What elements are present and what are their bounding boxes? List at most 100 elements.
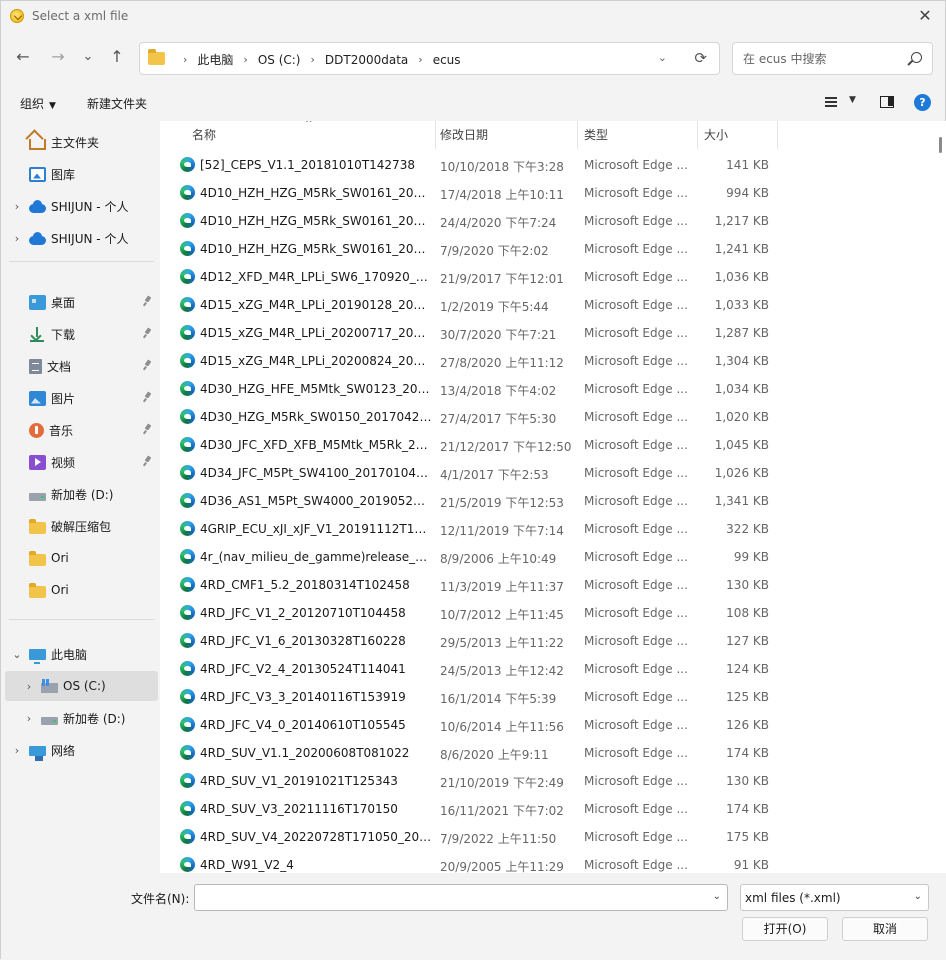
view-list-icon[interactable] <box>825 97 837 107</box>
table-row[interactable]: 4D15_xZG_M4R_LPLi_20200717_20200... 30/7/… <box>160 319 936 347</box>
table-row[interactable]: 4D15_xZG_M4R_LPLi_20190128_20190... 1/2/2… <box>160 291 936 319</box>
breadcrumb-separator-icon[interactable]: › <box>418 53 422 66</box>
table-row[interactable]: 4D36_AS1_M5Pt_SW4000_201905201_... 21/5/2… <box>160 487 936 515</box>
sidebar-item[interactable]: › SHIJUN - 个人 <box>5 191 158 221</box>
table-row[interactable]: 4RD_SUV_V1.1_20200608T081022 8/6/2020 上午9… <box>160 739 936 767</box>
sidebar-item[interactable]: 桌面 <box>5 287 158 317</box>
breadcrumb-separator-icon[interactable]: › <box>243 53 247 66</box>
edge-file-icon <box>180 297 195 312</box>
table-row[interactable]: 4D10_HZH_HZG_M5Rk_SW0161_2020... 24/4/202… <box>160 207 936 235</box>
forward-button[interactable]: → <box>46 45 70 69</box>
expand-chevron-icon[interactable]: › <box>5 232 29 245</box>
filename-combobox[interactable]: ⌄ <box>194 884 728 911</box>
table-row[interactable]: [52]_CEPS_V1.1_20181010T142738 10/10/2018… <box>160 151 936 179</box>
close-button[interactable]: ✕ <box>909 5 941 29</box>
vertical-scrollbar[interactable] <box>939 137 942 153</box>
column-type-header[interactable]: 类型 <box>584 126 608 143</box>
table-row[interactable]: 4D30_HZG_M5Rk_SW0150_20170427_... 27/4/20… <box>160 403 936 431</box>
refresh-icon[interactable]: ⟳ <box>694 49 707 67</box>
table-row[interactable]: 4RD_SUV_V4_20220728T171050_2022... 7/9/20… <box>160 823 936 851</box>
table-row[interactable]: 4RD_CMF1_5.2_20180314T102458 11/3/2019 上午… <box>160 571 936 599</box>
chevron-down-icon[interactable]: ⌄ <box>914 891 922 902</box>
column-size-header[interactable]: 大小 <box>704 126 728 143</box>
column-divider[interactable] <box>577 121 578 149</box>
file-date: 20/9/2005 上午11:29 <box>440 860 564 873</box>
file-size: 1,217 KB <box>714 214 769 228</box>
file-size: 1,020 KB <box>714 410 769 424</box>
sidebar-item[interactable]: 文档 <box>5 351 158 381</box>
column-date-header[interactable]: 修改日期 <box>440 126 488 143</box>
table-row[interactable]: 4D30_JFC_XFD_XFB_M5Mtk_M5Rk_20... 21/12/2… <box>160 431 936 459</box>
table-row[interactable]: 4RD_JFC_V1_6_20130328T160228 29/5/2013 上午… <box>160 627 936 655</box>
table-row[interactable]: 4D15_xZG_M4R_LPLi_20200824_20200... 27/8/… <box>160 347 936 375</box>
help-icon[interactable]: ? <box>914 94 931 111</box>
expand-chevron-icon[interactable]: › <box>17 680 41 693</box>
sidebar-item[interactable]: › OS (C:) <box>5 671 158 701</box>
sidebar-item[interactable]: 音乐 <box>5 415 158 445</box>
sidebar-item[interactable]: 视频 <box>5 447 158 477</box>
column-name-header[interactable]: 名称 <box>192 126 216 143</box>
sidebar-item[interactable]: 图片 <box>5 383 158 413</box>
table-row[interactable]: 4D10_HZH_HZG_M5Rk_SW0161_2020... 7/9/2020… <box>160 235 936 263</box>
search-box[interactable] <box>732 42 933 75</box>
sidebar-item[interactable]: 新加卷 (D:) <box>5 479 158 509</box>
sidebar-item[interactable]: Ori <box>5 575 158 605</box>
preview-pane-icon[interactable] <box>880 96 894 108</box>
expand-chevron-icon[interactable]: › <box>5 744 29 757</box>
search-icon[interactable] <box>911 52 922 63</box>
organize-button[interactable]: 组织 ▼ <box>20 95 56 112</box>
breadcrumb-item[interactable]: OS (C:) <box>258 53 301 67</box>
cancel-button[interactable]: 取消 <box>842 917 928 941</box>
up-button[interactable]: ↑ <box>105 45 129 69</box>
table-row[interactable]: 4D12_XFD_M4R_LPLi_SW6_170920_20... 21/9/2… <box>160 263 936 291</box>
file-type-filter[interactable]: xml files (*.xml) ⌄ <box>740 884 929 911</box>
breadcrumb-item[interactable]: 此电脑 <box>197 51 233 68</box>
table-row[interactable]: 4D30_HZG_HFE_M5Mtk_SW0123_201... 13/4/201… <box>160 375 936 403</box>
sidebar-item[interactable]: 下载 <box>5 319 158 349</box>
breadcrumb-item[interactable]: ecus <box>433 53 461 67</box>
sidebar-item[interactable]: › 新加卷 (D:) <box>5 703 158 733</box>
sidebar-item[interactable]: › SHIJUN - 个人 <box>5 223 158 253</box>
table-row[interactable]: 4D34_JFC_M5Pt_SW4100_20170104_2... 4/1/20… <box>160 459 936 487</box>
address-bar[interactable]: › 此电脑 › OS (C:) › DDT2000data › ecus ⌄ ⟳ <box>139 42 720 75</box>
table-row[interactable]: 4RD_JFC_V4_0_20140610T105545 10/6/2014 上午… <box>160 711 936 739</box>
breadcrumb-item[interactable]: DDT2000data <box>325 53 408 67</box>
open-button[interactable]: 打开(O) <box>742 917 828 941</box>
filename-input[interactable] <box>201 890 701 906</box>
table-row[interactable]: 4RD_SUV_V1_20191021T125343 21/10/2019 下午2… <box>160 767 936 795</box>
sidebar-item[interactable]: 主文件夹 <box>5 127 158 157</box>
back-button[interactable]: ← <box>11 45 35 69</box>
address-history-chevron-icon[interactable]: ⌄ <box>658 51 667 64</box>
table-row[interactable]: 4RD_JFC_V2_4_20130524T114041 24/5/2013 上午… <box>160 655 936 683</box>
table-row[interactable]: 4RD_JFC_V1_2_20120710T104458 10/7/2012 上午… <box>160 599 936 627</box>
sidebar-item[interactable]: › 网络 <box>5 735 158 765</box>
table-row[interactable]: 4D10_HZH_HZG_M5Rk_SW0161_2017... 17/4/201… <box>160 179 936 207</box>
file-date: 17/4/2018 上午10:11 <box>440 188 564 202</box>
file-size: 1,034 KB <box>714 382 769 396</box>
table-row[interactable]: 4r_(nav_milieu_de_gamme)release_bd... 8/9… <box>160 543 936 571</box>
table-row[interactable]: 4RD_W91_V2_4 20/9/2005 上午11:29 Microsoft E… <box>160 851 936 873</box>
column-divider[interactable] <box>697 121 698 149</box>
sidebar-item[interactable]: ⌄ 此电脑 <box>5 639 158 669</box>
column-divider[interactable] <box>435 121 436 149</box>
edge-file-icon <box>180 745 195 760</box>
file-name: [52]_CEPS_V1.1_20181010T142738 <box>200 158 415 172</box>
sidebar-item[interactable]: 图库 <box>5 159 158 189</box>
expand-chevron-icon[interactable]: ⌄ <box>5 648 29 661</box>
column-divider[interactable] <box>777 121 778 149</box>
new-folder-button[interactable]: 新建文件夹 <box>87 95 147 112</box>
caret-down-icon[interactable]: ▼ <box>849 95 856 105</box>
sidebar-item[interactable]: 破解压缩包 <box>5 511 158 541</box>
table-row[interactable]: 4GRIP_ECU_xJI_xJF_V1_20191112T171... 12/1… <box>160 515 936 543</box>
file-size: 130 KB <box>726 774 769 788</box>
sidebar-item[interactable]: Ori <box>5 543 158 573</box>
table-row[interactable]: 4RD_SUV_V3_20211116T170150 16/11/2021 下午7… <box>160 795 936 823</box>
expand-chevron-icon[interactable]: › <box>5 200 29 213</box>
file-date: 21/5/2019 下午12:53 <box>440 496 564 510</box>
table-row[interactable]: 4RD_JFC_V3_3_20140116T153919 16/1/2014 下午… <box>160 683 936 711</box>
recent-locations-button[interactable]: ⌄ <box>76 45 100 69</box>
search-input[interactable] <box>741 50 901 68</box>
expand-chevron-icon[interactable]: › <box>17 712 41 725</box>
chevron-down-icon[interactable]: ⌄ <box>713 891 721 902</box>
breadcrumb-separator-icon[interactable]: › <box>311 53 315 66</box>
